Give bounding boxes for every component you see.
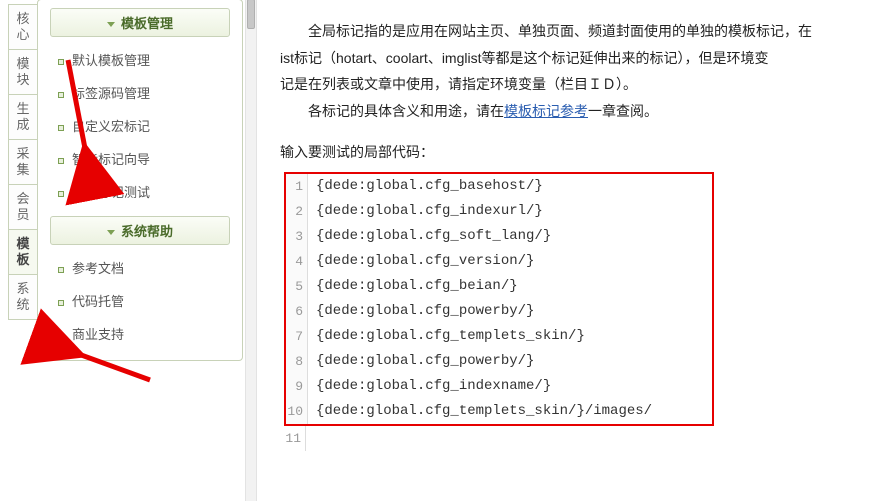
description-text: 全局标记指的是应用在网站主页、单独页面、频道封面使用的单独的模板标记，在 ist… xyxy=(280,18,895,124)
group-template-label: 模板管理 xyxy=(121,16,173,31)
menu-reference-docs[interactable]: 参考文档 xyxy=(38,251,242,284)
line-number: 3 xyxy=(286,224,308,249)
code-text: {dede:global.cfg_powerby/} xyxy=(308,299,534,324)
menu-label: 代码托管 xyxy=(72,294,124,309)
tab-member[interactable]: 会员 xyxy=(8,184,38,230)
input-label: 输入要测试的局部代码： xyxy=(280,142,895,162)
left-nav-tabs: 核心 模块 生成 采集 会员 模板 系统 xyxy=(8,4,38,319)
group-system-help[interactable]: 系统帮助 xyxy=(50,216,230,245)
code-text: {dede:global.cfg_basehost/} xyxy=(308,174,543,199)
code-line-4: 4{dede:global.cfg_version/} xyxy=(286,249,712,274)
sidebar-scrollbar[interactable] xyxy=(245,0,257,501)
code-line-8: 8{dede:global.cfg_powerby/} xyxy=(286,349,712,374)
menu-code-hosting[interactable]: 代码托管 xyxy=(38,284,242,317)
menu-label: 参考文档 xyxy=(72,261,124,276)
bullet-icon xyxy=(58,267,64,273)
group-template-manage[interactable]: 模板管理 xyxy=(50,8,230,37)
tab-collect[interactable]: 采集 xyxy=(8,139,38,185)
code-line-1: 1{dede:global.cfg_basehost/} xyxy=(286,174,712,199)
template-reference-link[interactable]: 模板标记参考 xyxy=(504,103,588,119)
menu-label: 默认模板管理 xyxy=(72,53,150,68)
line-number: 6 xyxy=(286,299,308,324)
bullet-icon xyxy=(58,191,64,197)
bullet-icon xyxy=(58,125,64,131)
code-line-11: 11 xyxy=(284,426,714,451)
menu-custom-macro[interactable]: 自定义宏标记 xyxy=(38,109,242,142)
tab-module[interactable]: 模块 xyxy=(8,49,38,95)
line-number: 1 xyxy=(286,174,308,199)
menu-label: 智能标记向导 xyxy=(72,152,150,167)
line-number: 4 xyxy=(286,249,308,274)
line-number: 2 xyxy=(286,199,308,224)
tab-template[interactable]: 模板 xyxy=(8,229,38,275)
line-number: 5 xyxy=(286,274,308,299)
line-number: 10 xyxy=(286,399,308,424)
code-line-3: 3{dede:global.cfg_soft_lang/} xyxy=(286,224,712,249)
code-text: {dede:global.cfg_templets_skin/}/images/ xyxy=(308,399,652,424)
menu-smart-tag-wizard[interactable]: 智能标记向导 xyxy=(38,142,242,175)
code-text: {dede:global.cfg_version/} xyxy=(308,249,534,274)
code-line-6: 6{dede:global.cfg_powerby/} xyxy=(286,299,712,324)
desc-line4a: 各标记的具体含义和用途，请在 xyxy=(308,103,504,119)
line-number: 9 xyxy=(286,374,308,399)
code-line-10: 10{dede:global.cfg_templets_skin/}/image… xyxy=(286,399,712,424)
tab-core[interactable]: 核心 xyxy=(8,4,38,50)
code-text: {dede:global.cfg_indexname/} xyxy=(308,374,551,399)
bullet-icon xyxy=(58,158,64,164)
bullet-icon xyxy=(58,92,64,98)
code-text: {dede:global.cfg_soft_lang/} xyxy=(308,224,551,249)
chevron-down-icon xyxy=(107,230,115,235)
menu-business-support[interactable]: 商业支持 xyxy=(38,317,242,350)
line-number: 8 xyxy=(286,349,308,374)
bullet-icon xyxy=(58,300,64,306)
code-line-5: 5{dede:global.cfg_beian/} xyxy=(286,274,712,299)
chevron-down-icon xyxy=(107,22,115,27)
bullet-icon xyxy=(58,333,64,339)
tab-system[interactable]: 系统 xyxy=(8,274,38,320)
code-text: {dede:global.cfg_indexurl/} xyxy=(308,199,543,224)
line-number: 7 xyxy=(286,324,308,349)
menu-label: 全局标记测试 xyxy=(72,185,150,200)
desc-line4b: 一章查阅。 xyxy=(588,103,658,119)
menu-global-tag-test[interactable]: 全局标记测试 xyxy=(38,175,242,208)
code-text: {dede:global.cfg_beian/} xyxy=(308,274,518,299)
code-text: {dede:global.cfg_powerby/} xyxy=(308,349,534,374)
main-content: 全局标记指的是应用在网站主页、单独页面、频道封面使用的单独的模板标记，在 ist… xyxy=(280,0,895,451)
code-text xyxy=(306,426,314,451)
menu-label: 自定义宏标记 xyxy=(72,119,150,134)
sidebar: 模板管理 默认模板管理 标签源码管理 自定义宏标记 智能标记向导 全局标记测试 … xyxy=(37,0,243,361)
scrollbar-thumb[interactable] xyxy=(247,0,255,29)
menu-label: 商业支持 xyxy=(72,327,124,342)
code-line-9: 9{dede:global.cfg_indexname/} xyxy=(286,374,712,399)
desc-line3: 记是在列表或文章中使用，请指定环境变量（栏目ＩＤ）。 xyxy=(280,76,637,92)
group-help-label: 系统帮助 xyxy=(121,224,173,239)
code-line-2: 2{dede:global.cfg_indexurl/} xyxy=(286,199,712,224)
tab-generate[interactable]: 生成 xyxy=(8,94,38,140)
desc-line1: 全局标记指的是应用在网站主页、单独页面、频道封面使用的单独的模板标记，在 xyxy=(308,23,812,39)
code-text: {dede:global.cfg_templets_skin/} xyxy=(308,324,585,349)
menu-default-template[interactable]: 默认模板管理 xyxy=(38,43,242,76)
line-number: 11 xyxy=(284,426,306,451)
desc-line2: ist标记（hotart、coolart、imglist等都是这个标记延伸出来的… xyxy=(280,50,769,66)
code-editor[interactable]: 1{dede:global.cfg_basehost/} 2{dede:glob… xyxy=(284,172,714,426)
menu-tag-source[interactable]: 标签源码管理 xyxy=(38,76,242,109)
bullet-icon xyxy=(58,59,64,65)
menu-label: 标签源码管理 xyxy=(72,86,150,101)
code-line-7: 7{dede:global.cfg_templets_skin/} xyxy=(286,324,712,349)
